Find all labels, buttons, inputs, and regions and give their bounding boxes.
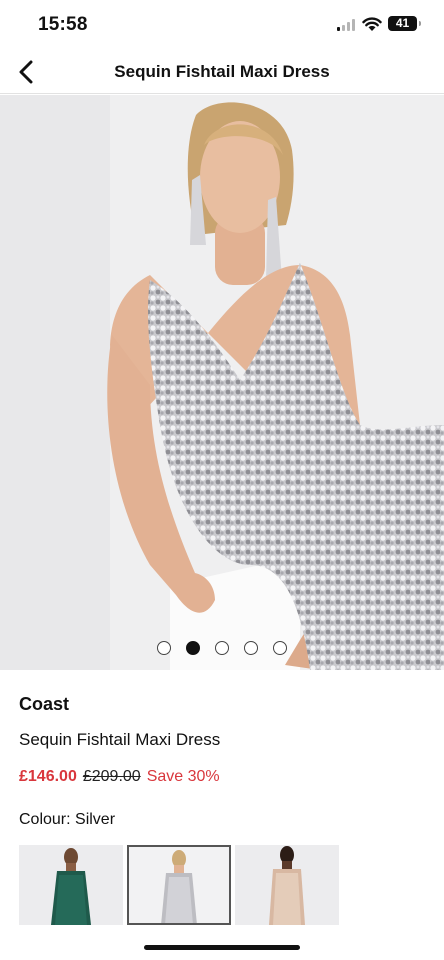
original-price: £209.00 bbox=[82, 768, 141, 785]
carousel-dot[interactable] bbox=[157, 641, 171, 655]
page-title: Sequin Fishtail Maxi Dress bbox=[114, 62, 330, 81]
carousel-dot-active[interactable] bbox=[186, 641, 200, 655]
discount-label: Save 30% bbox=[146, 768, 220, 785]
carousel-dots bbox=[0, 641, 444, 655]
swatch-emerald[interactable] bbox=[19, 845, 123, 925]
price-row: £146.00 £209.00 Save 30% bbox=[19, 768, 220, 786]
wifi-icon bbox=[362, 17, 382, 31]
swatch-photo bbox=[235, 845, 339, 925]
nav-bar: Sequin Fishtail Maxi Dress bbox=[0, 50, 444, 94]
home-indicator bbox=[144, 945, 300, 950]
swatch-photo bbox=[129, 847, 229, 925]
carousel-dot[interactable] bbox=[215, 641, 229, 655]
brand-name[interactable]: Coast bbox=[19, 694, 69, 715]
back-button[interactable] bbox=[8, 54, 44, 90]
product-image-carousel[interactable] bbox=[0, 95, 444, 670]
swatch-photo bbox=[19, 845, 123, 925]
product-photo bbox=[0, 95, 444, 670]
status-bar: 15:58 41 bbox=[0, 0, 444, 50]
carousel-dot[interactable] bbox=[244, 641, 258, 655]
carousel-dot[interactable] bbox=[273, 641, 287, 655]
signal-icon bbox=[337, 19, 357, 31]
battery-icon: 41 bbox=[388, 16, 421, 31]
status-time: 15:58 bbox=[38, 14, 88, 35]
chevron-left-icon bbox=[19, 60, 33, 84]
swatch-rose-gold[interactable] bbox=[235, 845, 339, 925]
swatch-silver[interactable] bbox=[127, 845, 231, 925]
sale-price: £146.00 bbox=[19, 768, 77, 785]
colour-label: Colour: Silver bbox=[19, 811, 116, 828]
colour-swatches bbox=[19, 845, 339, 925]
product-name: Sequin Fishtail Maxi Dress bbox=[19, 730, 221, 749]
